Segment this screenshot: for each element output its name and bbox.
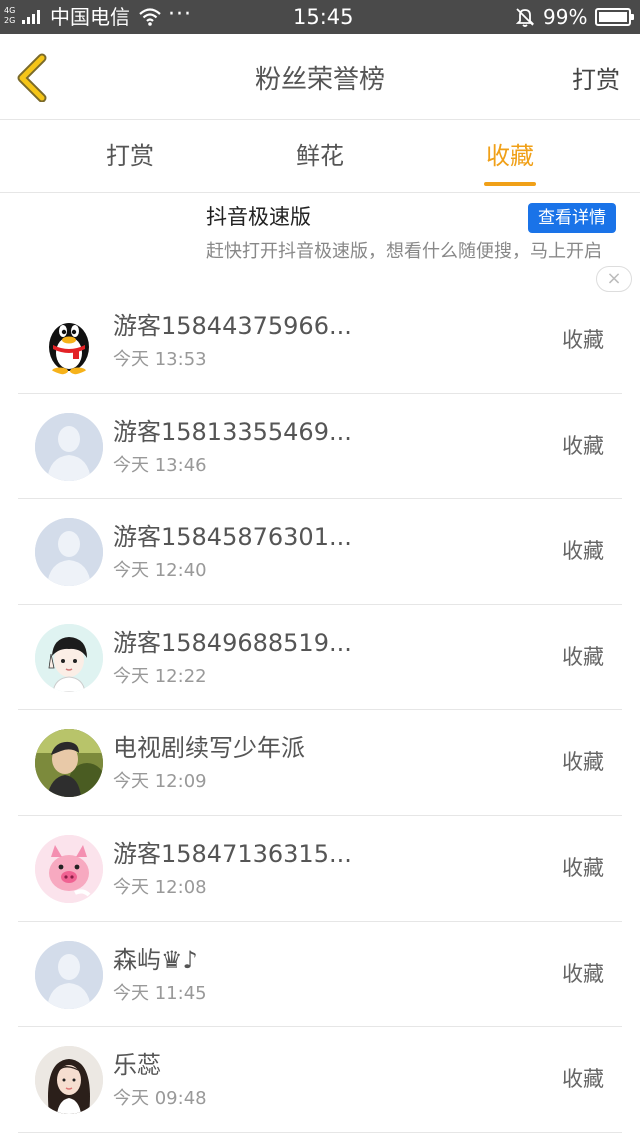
action-label: 收藏 <box>562 539 604 564</box>
carrier-name: 中国电信 <box>50 5 130 29</box>
action-label: 收藏 <box>562 855 604 880</box>
action-label: 收藏 <box>562 961 604 986</box>
avatar <box>35 518 103 587</box>
timestamp: 今天 13:46 <box>113 454 207 476</box>
user-name: 电视剧续写少年派 <box>113 734 305 763</box>
action-label: 收藏 <box>562 1067 604 1092</box>
ad-close-icon[interactable]: × <box>596 266 632 292</box>
timestamp: 今天 12:22 <box>113 665 207 687</box>
user-name: 游客15849688519... <box>113 628 352 657</box>
more-dots: ··· <box>168 2 192 27</box>
list-item[interactable]: 游客15849688519... 今天 12:22 收藏 <box>18 605 622 711</box>
default-avatar-icon <box>35 518 103 587</box>
bell-muted-icon <box>515 8 535 27</box>
status-bar: 4G 2G 中国电信 ··· 15:45 99% <box>0 0 640 34</box>
avatar <box>35 623 103 692</box>
ad-details-button[interactable]: 查看详情 <box>528 203 616 233</box>
penguin-avatar-icon <box>49 323 89 375</box>
list-item[interactable]: 乐蕊 今天 09:48 收藏 <box>18 1027 622 1133</box>
avatar <box>35 940 103 1009</box>
list-item[interactable]: 森屿♛♪ 今天 11:45 收藏 <box>18 922 622 1028</box>
user-name: 游客15844375966... <box>113 312 352 340</box>
active-tab-indicator <box>484 182 536 186</box>
default-avatar-icon <box>35 412 103 481</box>
nav-header: 粉丝荣誉榜 打赏 <box>0 34 640 120</box>
reward-link[interactable]: 打赏 <box>572 64 620 96</box>
action-label: 收藏 <box>562 750 604 775</box>
avatar <box>35 834 103 903</box>
tab-favorites[interactable]: 收藏 <box>460 141 560 171</box>
ad-description: 赶快打开抖音极速版，想看什么随便搜，马上开启 <box>206 241 602 262</box>
avatar <box>35 1046 103 1115</box>
default-avatar-icon <box>35 940 103 1009</box>
signal-icon <box>22 10 44 24</box>
action-label: 收藏 <box>562 433 604 458</box>
ad-banner[interactable]: 抖音极速版 查看详情 赶快打开抖音极速版，想看什么随便搜，马上开启 <box>0 194 640 294</box>
page-title: 粉丝荣誉榜 <box>254 65 385 95</box>
action-label: 收藏 <box>562 328 604 352</box>
user-name: 游客15847136315... <box>113 839 352 868</box>
timestamp: 今天 11:45 <box>113 982 207 1004</box>
user-name: 游客15845876301... <box>113 523 352 552</box>
pig-avatar-icon <box>35 834 103 903</box>
list-item[interactable]: 游客15847136315... 今天 12:08 收藏 <box>18 816 622 922</box>
cartoon-boy-avatar-icon <box>35 623 103 692</box>
user-name: 乐蕊 <box>113 1051 161 1080</box>
battery-percent: 99% <box>543 5 588 29</box>
timestamp: 今天 12:09 <box>113 771 207 793</box>
tab-reward[interactable]: 打赏 <box>80 141 180 171</box>
network-type: 4G 2G <box>4 6 16 25</box>
timestamp: 今天 09:48 <box>113 1088 207 1110</box>
avatar <box>35 729 103 798</box>
timestamp: 今天 12:08 <box>113 876 207 898</box>
timestamp: 今天 13:53 <box>113 349 207 370</box>
battery-icon <box>595 8 634 26</box>
tab-bar: 打赏 鲜花 收藏 <box>0 121 640 193</box>
clock: 15:45 <box>293 5 354 29</box>
timestamp: 今天 12:40 <box>113 560 207 582</box>
tab-flowers[interactable]: 鲜花 <box>270 141 370 171</box>
list-item[interactable]: 电视剧续写少年派 今天 12:09 收藏 <box>18 710 622 816</box>
user-name: 森屿♛♪ <box>113 945 198 974</box>
ad-title: 抖音极速版 <box>206 205 311 229</box>
favorites-list: 游客15844375966... 今天 13:53 收藏 游客158133554… <box>18 288 622 1133</box>
list-item[interactable]: 游客15844375966... 今天 13:53 收藏 <box>18 288 622 394</box>
avatar <box>35 307 103 375</box>
action-label: 收藏 <box>562 644 604 669</box>
wifi-icon <box>139 8 161 26</box>
girl-photo-avatar-icon <box>35 1046 103 1115</box>
avatar <box>35 412 103 481</box>
list-item[interactable]: 游客15813355469... 今天 13:46 收藏 <box>18 394 622 500</box>
user-name: 游客15813355469... <box>113 417 352 446</box>
photo-avatar-icon <box>35 729 103 798</box>
list-item[interactable]: 游客15845876301... 今天 12:40 收藏 <box>18 499 622 605</box>
